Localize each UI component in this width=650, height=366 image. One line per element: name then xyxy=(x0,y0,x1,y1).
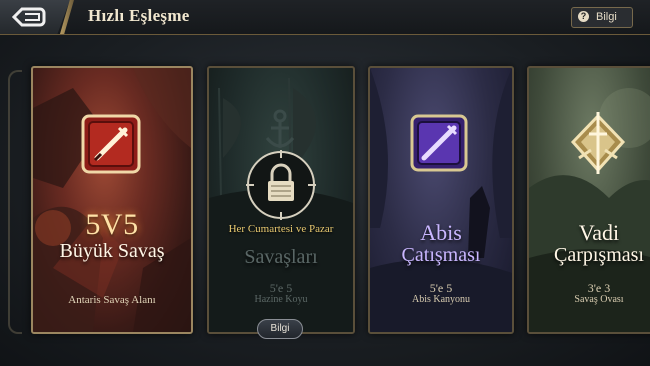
question-icon: ? xyxy=(578,11,589,22)
mode-map: Savaş Ovası xyxy=(574,294,624,305)
info-button[interactable]: ? Bilgi xyxy=(571,7,633,28)
mode-map: Abis Kanyonu xyxy=(411,294,471,305)
mode-name-line2: Çatışması xyxy=(401,244,481,266)
info-button-label: Bilgi xyxy=(596,11,617,23)
mode-name-line1: Abis xyxy=(420,220,462,245)
availability-schedule: Her Cumartesi ve Pazar xyxy=(228,223,334,235)
mode-name: Savaşları xyxy=(244,246,318,268)
padlock-icon xyxy=(246,150,316,220)
mode-map: Hazine Koyu xyxy=(254,294,308,305)
mode-size-label: 5V5 xyxy=(85,208,139,241)
top-bar: Hızlı Eşleşme ? Bilgi xyxy=(0,0,650,35)
crossed-swords-icon xyxy=(410,114,468,172)
hero-artwork xyxy=(33,68,191,332)
card-info-button[interactable]: Bilgi xyxy=(257,319,303,339)
back-button[interactable] xyxy=(0,0,70,34)
left-frame-decoration xyxy=(8,70,22,334)
mode-card-treasure-battles[interactable]: Her Cumartesi ve Pazar Savaşları 5'e 5 H… xyxy=(207,66,355,334)
page-title: Hızlı Eşleşme xyxy=(88,6,190,25)
mode-card-big-battle[interactable]: 5V5 Büyük Savaş Antaris Savaş Alanı xyxy=(31,66,193,334)
mode-map: Antaris Savaş Alanı xyxy=(68,294,156,306)
mode-name-line1: Vadi xyxy=(578,220,620,245)
back-arrow-icon xyxy=(12,7,46,27)
mode-card-abyss-clash[interactable]: Abis Çatışması 5'e 5 Abis Kanyonu xyxy=(368,66,514,334)
sword-emblem-icon xyxy=(570,112,626,174)
anchor-icon xyxy=(265,109,295,148)
mode-name: Büyük Savaş xyxy=(59,240,165,262)
mode-card-valley-clash[interactable]: Vadi Çarpışması 3'e 3 Savaş Ovası xyxy=(527,66,650,334)
crossed-swords-icon xyxy=(81,114,141,174)
mode-name-line2: Çarpışması xyxy=(554,244,644,266)
